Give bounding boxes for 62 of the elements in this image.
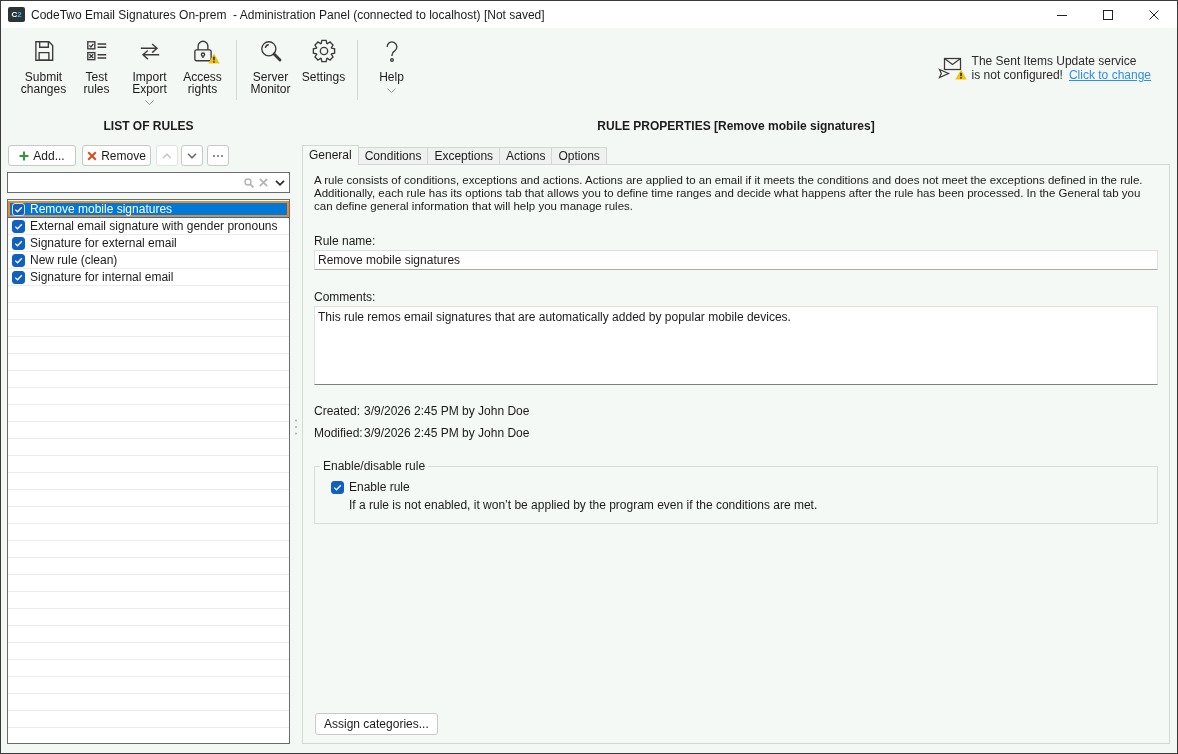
rule-name: New rule (clean) (30, 252, 118, 268)
more-icon (213, 154, 223, 157)
checkbox[interactable] (12, 270, 25, 284)
created-label: Created: (314, 404, 362, 418)
rule-name: Remove mobile signatures (30, 201, 173, 217)
more-button[interactable] (207, 145, 229, 166)
toolbar-button[interactable]: Access rights (176, 28, 229, 95)
chevron-down-icon[interactable] (275, 179, 285, 186)
checkbox[interactable] (12, 253, 25, 267)
tab[interactable]: General (302, 145, 359, 165)
warning-icon (954, 69, 967, 80)
description-text: A rule consists of conditions, exceptions and actions. Actions are applied to an email if it meets the conditions and does not meet the exceptions defined in the rule. Additionally, each rule has its options tab that allows you to define time ranges and decide what happens after the rule has been processed. In the General tab you can define general information that will help you manage rules. (314, 174, 1144, 213)
rule-name-field[interactable]: Remove mobile signatures (314, 250, 1158, 270)
toolbar-button[interactable]: Test rules (70, 28, 123, 95)
maximize-icon (1103, 9, 1113, 20)
toolbar-button[interactable]: Settings (297, 28, 350, 83)
rule-name-label: Rule name: (314, 234, 376, 248)
tab[interactable]: Options (552, 147, 607, 164)
modified-value: 3/9/2026 2:45 PM by John Doe (364, 426, 530, 440)
rule-name: Signature for external email (30, 235, 177, 251)
notice-text: The Sent Items Update service is not configured! Click to change (971, 54, 1151, 82)
toolbar-button[interactable]: Submit changes (17, 28, 70, 95)
group-title: Enable/disable rule (322, 459, 427, 473)
rule-row[interactable]: New rule (clean) (8, 252, 289, 269)
checkbox[interactable] (331, 480, 344, 494)
tab[interactable]: Actions (500, 147, 553, 164)
close-icon (1149, 9, 1159, 20)
panel-title: RULE PROPERTIES [Remove mobile signatures] (596, 118, 876, 134)
checkbox[interactable] (12, 236, 25, 250)
window-title: CodeTwo Email Signatures On-prem - Administration Panel (connected to localhost) [Not saved] (31, 7, 545, 22)
search-icon (244, 177, 254, 188)
envelope-icon (937, 57, 964, 79)
rule-row[interactable]: Remove mobile signatures (8, 201, 289, 218)
remove-button[interactable]: Remove (82, 145, 151, 166)
toolbar-button[interactable]: Import Export (123, 28, 176, 105)
rule-name: External email signature with gender pronouns (30, 218, 278, 234)
cross-icon (87, 150, 98, 161)
comments-label: Comments: (314, 290, 376, 304)
checkbox[interactable] (12, 219, 25, 233)
panel-title: LIST OF RULES (102, 118, 195, 134)
assign-categories-button[interactable]: Assign categories... (315, 713, 438, 735)
rule-row[interactable]: Signature for external email (8, 235, 289, 252)
chevron-down-icon (187, 152, 197, 159)
comments-field[interactable]: This rule remos email signatures that are automatically added by popular mobile devices. (314, 306, 1158, 385)
move-down-button[interactable] (181, 145, 203, 166)
tab[interactable]: Exceptions (428, 147, 501, 164)
gear-icon (310, 38, 337, 64)
tab[interactable]: Conditions (358, 147, 429, 164)
rule-row[interactable]: External email signature with gender pronouns (8, 218, 289, 235)
app-logo: C2 (8, 7, 25, 22)
toolbar-button[interactable]: Server Monitor (244, 28, 297, 95)
plus-icon (19, 150, 30, 161)
modified-label: Modified: (314, 426, 364, 440)
rule-name: Signature for internal email (30, 269, 174, 285)
chevron-up-icon (162, 152, 172, 159)
rule-row[interactable]: Signature for internal email (8, 269, 289, 286)
add-button[interactable]: Add... (8, 145, 76, 166)
search-field[interactable] (7, 172, 290, 193)
checkbox-label: Enable rule (349, 480, 410, 494)
hint-text: If a rule is not enabled, it won’t be applied by the program even if the conditions are met. (349, 498, 818, 512)
toolbar-button[interactable]: Help (365, 28, 418, 93)
created-value: 3/9/2026 2:45 PM by John Doe (364, 404, 530, 418)
